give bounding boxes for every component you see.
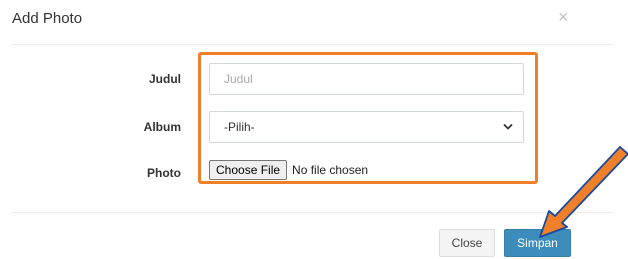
modal-title: Add Photo <box>12 10 83 27</box>
album-selected-value: -Pilih- <box>224 120 255 134</box>
photo-file-input: Choose File No file chosen <box>209 160 368 180</box>
judul-label: Judul <box>149 72 181 86</box>
album-label: Album <box>143 120 181 134</box>
album-select[interactable]: -Pilih- <box>209 111 524 143</box>
file-status-text: No file chosen <box>292 163 369 177</box>
header-divider <box>12 44 614 45</box>
close-icon[interactable]: × <box>558 8 569 26</box>
choose-file-button[interactable]: Choose File <box>209 160 288 180</box>
footer-divider <box>12 212 614 213</box>
judul-input[interactable] <box>209 63 524 95</box>
photo-label: Photo <box>147 166 181 180</box>
save-button[interactable]: Simpan <box>504 229 571 257</box>
close-button[interactable]: Close <box>439 229 495 257</box>
chevron-down-icon <box>503 124 513 130</box>
